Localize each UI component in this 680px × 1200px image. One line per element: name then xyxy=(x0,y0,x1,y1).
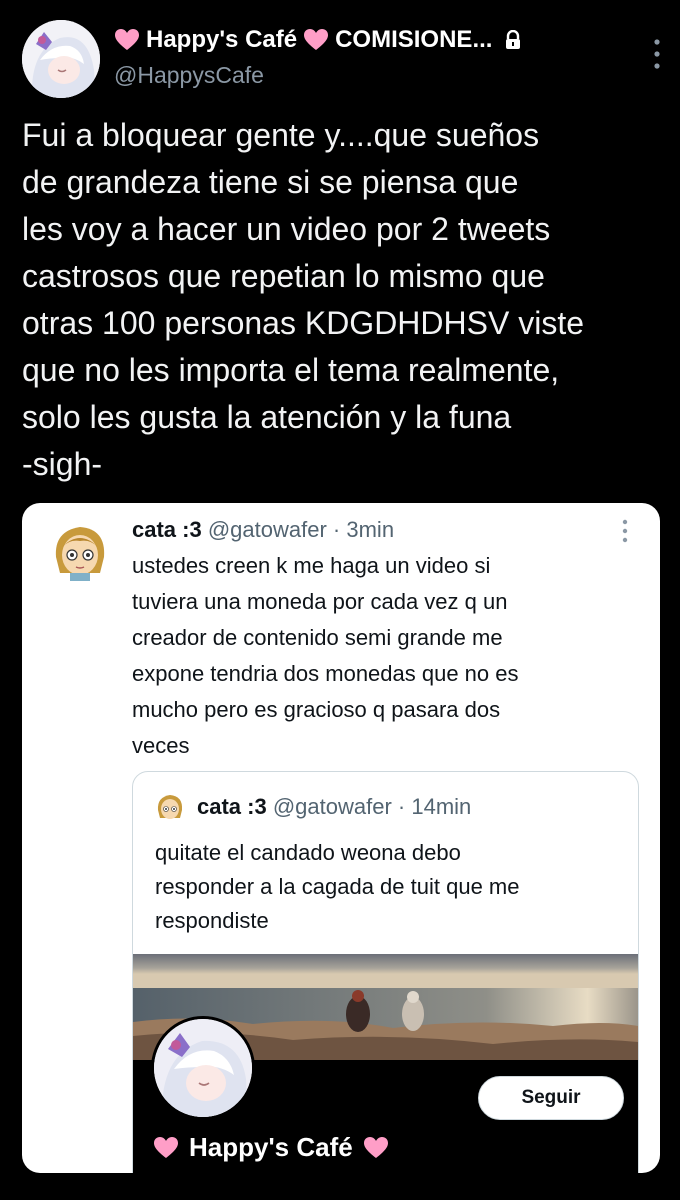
quote-author-avatar[interactable] xyxy=(50,521,110,581)
inner-quoted-tweet[interactable]: cata :3 @gatowafer · 14min quitate el ca… xyxy=(132,771,639,1173)
heart-icon xyxy=(363,1136,388,1158)
embedded-profile-avatar xyxy=(151,1016,255,1120)
heart-icon xyxy=(154,1136,178,1158)
more-icon[interactable] xyxy=(652,34,662,74)
author-name-row[interactable]: Happy's Café COMISIONE... xyxy=(114,26,522,54)
quote-timestamp[interactable]: 3min xyxy=(346,517,394,542)
more-icon[interactable] xyxy=(622,519,628,543)
heart-icon xyxy=(115,29,139,50)
inner-header: cata :3 @gatowafer · 14min xyxy=(197,794,471,820)
quote-author-name[interactable]: cata :3 xyxy=(132,517,202,542)
inner-author-handle[interactable]: @gatowafer xyxy=(273,794,392,819)
embedded-profile-name-row: Happy's Café xyxy=(153,1132,389,1163)
inner-timestamp[interactable]: 14min xyxy=(411,794,471,819)
quote-header: cata :3 @gatowafer · 3min xyxy=(132,517,394,543)
profile-screenshot-image[interactable]: Seguir Happy's Café xyxy=(133,954,638,1173)
author-display-name: Happy's Café xyxy=(146,26,298,53)
separator-dot: · xyxy=(397,794,406,819)
quote-author-handle[interactable]: @gatowafer xyxy=(208,517,327,542)
quote-text: ustedes creen k me haga un video si tuvi… xyxy=(132,553,519,758)
follow-button[interactable]: Seguir xyxy=(478,1076,624,1120)
author-avatar[interactable] xyxy=(22,20,100,98)
quoted-tweet-card[interactable]: cata :3 @gatowafer · 3min ustedes creen … xyxy=(22,503,660,1173)
tweet-header: Happy's Café COMISIONE... @HappysCafe xyxy=(22,20,662,100)
heart-icon xyxy=(304,29,329,50)
author-handle[interactable]: @HappysCafe xyxy=(114,62,264,89)
lock-icon xyxy=(506,30,521,49)
author-display-suffix: COMISIONE... xyxy=(335,26,493,53)
inner-author-avatar[interactable] xyxy=(155,792,185,822)
inner-author-name[interactable]: cata :3 xyxy=(197,794,267,819)
embedded-profile-name: Happy's Café xyxy=(189,1132,353,1162)
inner-text: quitate el candado weona debo responder … xyxy=(155,840,520,933)
tweet-text: Fui a bloquear gente y....que sueños de … xyxy=(22,117,584,482)
separator-dot: · xyxy=(332,517,341,542)
